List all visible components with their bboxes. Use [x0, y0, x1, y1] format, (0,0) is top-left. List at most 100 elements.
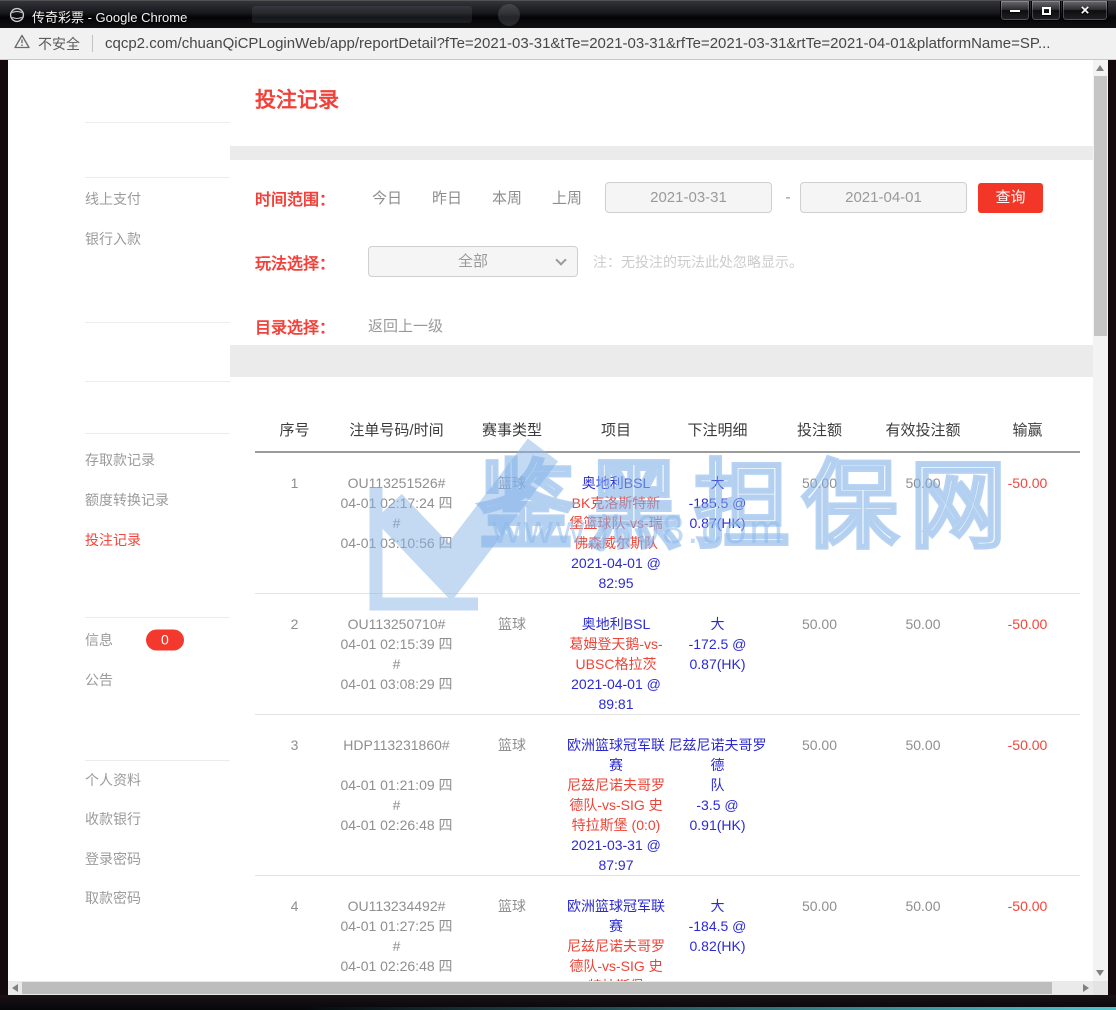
date-to-input[interactable]: 2021-04-01: [800, 182, 967, 213]
table-row: 2 OU113250710#04-01 02:15:39 四 #04-01 03…: [255, 594, 1080, 715]
cell-bet: 50.00: [768, 876, 871, 982]
cell-sport: 篮球: [459, 452, 565, 594]
page-title: 投注记录: [255, 84, 339, 114]
cell-event: 奥地利BSL BK克洛斯特新堡篮球队-vs-瑞佛森威尔斯队 2021-04-01…: [565, 452, 667, 594]
cell-valid: 50.00: [871, 452, 975, 594]
play-type-select[interactable]: 全部: [368, 246, 578, 277]
cell-ticket: OU113250710#04-01 02:15:39 四 #04-01 03:0…: [334, 594, 459, 715]
titlebar: 传奇彩票 - Google Chrome ×: [0, 0, 1116, 28]
divider: [85, 760, 230, 761]
play-type-label: 玩法选择：: [255, 246, 365, 277]
background-window-ghost: [252, 6, 472, 23]
col-header-no: 序号: [255, 407, 334, 452]
cell-event: 奥地利BSL 葛姆登天鹅-vs-UBSC格拉茨 2021-04-01 @ 89:…: [565, 594, 667, 715]
cell-ticket: HDP113231860# 04-01 01:21:09 四# 04-01 02…: [334, 715, 459, 876]
vertical-scrollbar[interactable]: [1093, 60, 1108, 981]
cell-valid: 50.00: [871, 594, 975, 715]
cell-valid: 50.00: [871, 715, 975, 876]
horizontal-scrollbar-thumb[interactable]: [22, 982, 1052, 994]
background-window-ghost: [498, 4, 520, 26]
quick-range-last-week[interactable]: 上周: [550, 187, 584, 208]
window-controls: ×: [999, 1, 1108, 21]
col-header-bet-amount: 投注额: [768, 407, 871, 452]
quick-range-this-week[interactable]: 本周: [490, 187, 524, 208]
bet-records-table: 序号 注单号码/时间 赛事类型 项目 下注明细 投注额 有效投注额 输赢 1: [255, 407, 1080, 981]
quick-range-yesterday[interactable]: 昨日: [430, 187, 464, 208]
search-button[interactable]: 查询: [978, 183, 1043, 213]
col-header-sport: 赛事类型: [459, 407, 565, 452]
table-header-row: 序号 注单号码/时间 赛事类型 项目 下注明细 投注额 有效投注额 输赢: [255, 407, 1080, 452]
address-bar[interactable]: 不安全 cqcp2.com/chuanQiCPLoginWeb/app/repo…: [0, 28, 1116, 60]
directory-label: 目录选择：: [255, 310, 365, 341]
section-separator: [230, 146, 1093, 160]
maximize-icon: [1042, 7, 1051, 15]
cell-sport: 篮球: [459, 594, 565, 715]
divider: [85, 433, 230, 434]
vertical-scrollbar-thumb[interactable]: [1094, 76, 1107, 336]
cell-bet: 50.00: [768, 452, 871, 594]
col-header-ticket: 注单号码/时间: [334, 407, 459, 452]
page-url: cqcp2.com/chuanQiCPLoginWeb/app/reportDe…: [105, 35, 1102, 52]
minimize-icon: [1010, 10, 1020, 12]
cell-win: -50.00: [975, 876, 1080, 982]
scroll-down-arrow-icon[interactable]: [1096, 970, 1104, 976]
cell-win: -50.00: [975, 715, 1080, 876]
cell-bet: 50.00: [768, 594, 871, 715]
quick-range-today[interactable]: 今日: [370, 187, 404, 208]
cell-no: 1: [255, 452, 334, 594]
cell-detail: 大-185.5 @0.87(HK): [667, 452, 768, 594]
url-separator: [92, 35, 93, 52]
play-type-value: 全部: [369, 247, 577, 276]
cell-no: 2: [255, 594, 334, 715]
cell-bet: 50.00: [768, 715, 871, 876]
cell-detail: 大-172.5 @0.87(HK): [667, 594, 768, 715]
main-content: 投注记录 时间范围： 今日 昨日 本周 上周 2021-03-31 - 2021…: [230, 60, 1093, 981]
date-range-dash: -: [778, 182, 798, 213]
time-range-label: 时间范围：: [255, 182, 365, 213]
cell-event: 欧洲篮球冠军联赛 尼兹尼诺夫哥罗德队-vs-SIG 史特拉斯堡 (0:0) 20…: [565, 715, 667, 876]
col-header-event: 项目: [565, 407, 667, 452]
window-frame-bottom: [0, 995, 1116, 1010]
divider: [85, 122, 230, 123]
scroll-left-arrow-icon[interactable]: [12, 984, 18, 992]
scrollbar-corner: [1093, 981, 1108, 995]
minimize-button[interactable]: [1000, 1, 1030, 21]
scroll-up-arrow-icon[interactable]: [1096, 65, 1104, 71]
sidebar: 会员中心首页 存款 线上支付 银行入款 取款: [8, 60, 230, 981]
section-separator: [230, 345, 1093, 377]
cell-win: -50.00: [975, 452, 1080, 594]
message-count-badge: 0: [146, 630, 184, 651]
cell-win: -50.00: [975, 594, 1080, 715]
divider: [85, 177, 230, 178]
date-from-input[interactable]: 2021-03-31: [605, 182, 772, 213]
back-up-level-link[interactable]: 返回上一级: [368, 310, 443, 340]
quick-range-links: 今日 昨日 本周 上周: [370, 182, 610, 213]
horizontal-scrollbar[interactable]: [8, 981, 1093, 995]
close-button[interactable]: ×: [1062, 1, 1108, 21]
table-row: 4 OU113234492#04-01 01:27:25 四 #04-01 02…: [255, 876, 1080, 982]
col-header-detail: 下注明细: [667, 407, 768, 452]
cell-detail: 大-184.5 @0.82(HK): [667, 876, 768, 982]
cell-no: 3: [255, 715, 334, 876]
cell-sport: 篮球: [459, 715, 565, 876]
page-content: 会员中心首页 存款 线上支付 银行入款 取款: [8, 60, 1108, 995]
window-title: 传奇彩票 - Google Chrome: [32, 7, 187, 26]
table-row: 3 HDP113231860# 04-01 01:21:09 四# 04-01 …: [255, 715, 1080, 876]
scroll-right-arrow-icon[interactable]: [1083, 984, 1089, 992]
cell-detail: 尼兹尼诺夫哥罗德队-3.5 @ 0.91(HK): [667, 715, 768, 876]
col-header-valid-amount: 有效投注额: [871, 407, 975, 452]
cell-event: 欧洲篮球冠军联赛 尼兹尼诺夫哥罗德队-vs-SIG 史特拉斯堡 2021-03-…: [565, 876, 667, 982]
play-type-note: 注：无投注的玩法此处忽略显示。: [593, 246, 803, 277]
cell-no: 4: [255, 876, 334, 982]
maximize-button[interactable]: [1031, 1, 1061, 21]
table-row: 1 OU113251526#04-01 02:17:24 四 #04-01 03…: [255, 452, 1080, 594]
security-label: 不安全: [38, 34, 80, 54]
browser-window: 传奇彩票 - Google Chrome × 不安全 cqcp2.com/chu…: [0, 0, 1116, 1010]
divider: [85, 322, 230, 323]
site-favicon-icon: [9, 7, 25, 28]
cell-valid: 50.00: [871, 876, 975, 982]
cell-ticket: OU113251526#04-01 02:17:24 四 #04-01 03:1…: [334, 452, 459, 594]
cell-sport: 篮球: [459, 876, 565, 982]
divider: [85, 617, 230, 618]
close-icon: ×: [1081, 3, 1090, 18]
